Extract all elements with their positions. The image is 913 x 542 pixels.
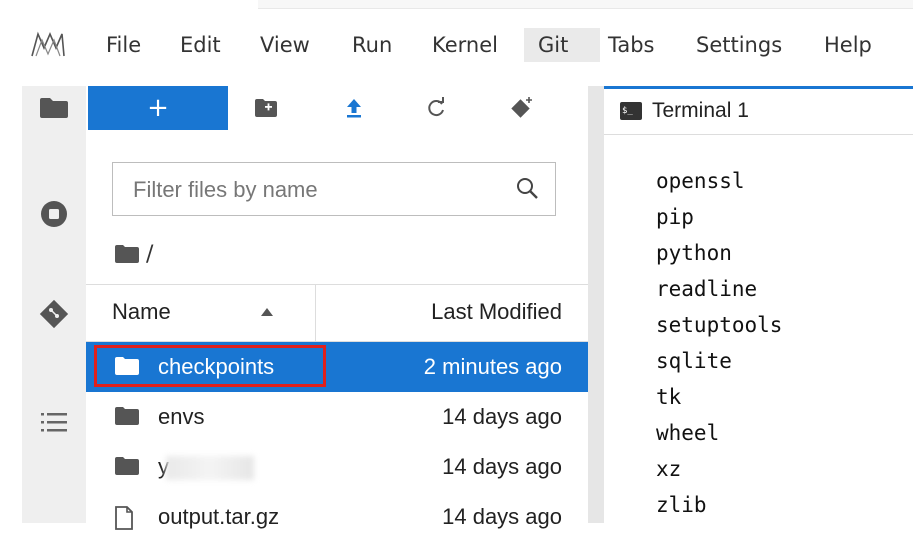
- upload-icon: [347, 99, 361, 118]
- table-of-contents-icon: [41, 413, 67, 432]
- terminal-tab-bar: $_ Terminal 1: [604, 86, 913, 134]
- file-list-header: Name Last Modified: [86, 284, 588, 342]
- menu-git[interactable]: Git: [524, 28, 600, 62]
- terminal-line: sqlite: [656, 349, 732, 373]
- menu-help[interactable]: Help: [816, 28, 880, 62]
- upload-button[interactable]: [334, 86, 374, 130]
- terminal-line: readline: [656, 277, 758, 301]
- filter-files-field[interactable]: [112, 162, 556, 216]
- file-modified: 14 days ago: [442, 454, 562, 479]
- file-browser-tab[interactable]: [22, 86, 86, 130]
- file-row-envs[interactable]: envs 14 days ago: [86, 392, 588, 442]
- folder-icon[interactable]: [114, 244, 140, 264]
- terminal-icon: $_: [620, 102, 642, 120]
- git-tab[interactable]: [22, 292, 86, 336]
- file-browser-panel: + / Name: [86, 86, 588, 530]
- menu-bar: File Edit View Run Kernel Git Tabs Setti…: [0, 0, 913, 86]
- terminal-line: python: [656, 241, 732, 265]
- column-divider[interactable]: [315, 285, 316, 342]
- terminal-line: zlib: [656, 493, 707, 517]
- file-row-checkpoints[interactable]: checkpoints 2 minutes ago: [86, 342, 588, 392]
- folder-icon: [115, 457, 139, 475]
- new-folder-icon: [255, 99, 277, 117]
- name-column-header[interactable]: Name: [112, 299, 171, 325]
- left-sidebar-rail: [22, 86, 86, 523]
- menu-settings[interactable]: Settings: [688, 28, 790, 62]
- menu-tabs[interactable]: Tabs: [600, 28, 663, 62]
- new-launcher-button[interactable]: +: [88, 86, 228, 130]
- new-folder-button[interactable]: [246, 86, 286, 130]
- folder-icon: [115, 407, 139, 425]
- terminal-line: pip: [656, 205, 694, 229]
- last-modified-column-header[interactable]: Last Modified: [431, 299, 562, 325]
- breadcrumb-root[interactable]: /: [146, 242, 153, 267]
- terminal-line: tk: [656, 385, 682, 409]
- file-row-redacted[interactable]: y 14 days ago: [86, 442, 588, 492]
- table-of-contents-tab[interactable]: [22, 400, 86, 444]
- file-row-output-tar-gz[interactable]: output.tar.gz 14 days ago: [86, 492, 588, 542]
- git-clone-icon: [511, 97, 532, 118]
- breadcrumb: /: [114, 238, 153, 270]
- file-modified: 14 days ago: [442, 404, 562, 429]
- git-icon: [39, 299, 69, 329]
- terminal-line: wheel: [656, 421, 720, 445]
- filter-files-input[interactable]: [131, 173, 495, 207]
- menu-edit[interactable]: Edit: [172, 28, 229, 62]
- refresh-icon: [428, 97, 444, 117]
- refresh-button[interactable]: [416, 86, 456, 130]
- running-icon: [41, 201, 67, 227]
- running-sessions-tab[interactable]: [22, 192, 86, 236]
- folder-icon: [40, 98, 68, 118]
- terminal-output[interactable]: openssl pip python readline setuptools s…: [604, 135, 913, 523]
- terminal-line: openssl: [656, 169, 745, 193]
- menu-file[interactable]: File: [98, 28, 149, 62]
- file-modified: 14 days ago: [442, 504, 562, 529]
- tab-label: Terminal 1: [652, 99, 749, 122]
- file-modified: 2 minutes ago: [423, 354, 562, 379]
- highlight-annotation: [94, 345, 326, 387]
- menu-kernel[interactable]: Kernel: [424, 28, 506, 62]
- file-name: output.tar.gz: [158, 504, 280, 529]
- file-icon: [115, 506, 133, 530]
- menu-run[interactable]: Run: [344, 28, 400, 62]
- redacted-name-blur: [166, 456, 254, 480]
- tab-terminal-1[interactable]: $_ Terminal 1: [620, 99, 749, 123]
- top-strip: [258, 0, 913, 9]
- terminal-line: xz: [656, 457, 682, 481]
- search-icon: [517, 178, 538, 199]
- sort-ascending-icon[interactable]: [260, 307, 274, 317]
- git-clone-button[interactable]: [502, 86, 542, 130]
- terminal-line: setuptools: [656, 313, 783, 337]
- menu-view[interactable]: View: [252, 28, 318, 62]
- panel-splitter[interactable]: [588, 86, 604, 523]
- file-name: envs: [158, 404, 205, 429]
- jupyter-logo-icon: [31, 31, 65, 57]
